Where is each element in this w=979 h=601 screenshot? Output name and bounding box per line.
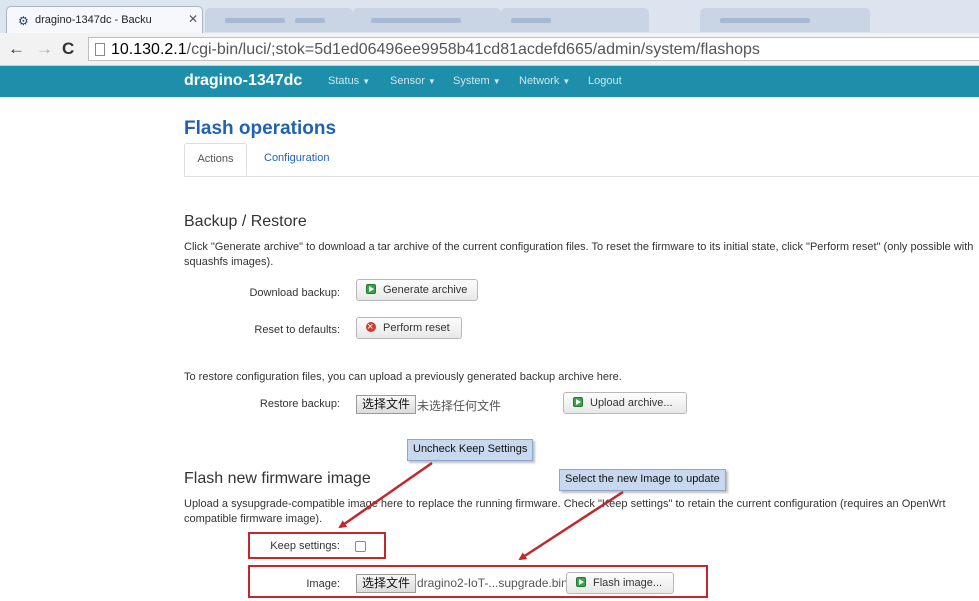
menu-logout[interactable]: Logout xyxy=(588,75,622,87)
play-icon xyxy=(366,284,376,294)
upload-archive-button[interactable]: Upload archive... xyxy=(563,392,687,414)
address-bar: ← → C 10.130.2.1/cgi-bin/luci/;stok=5d1e… xyxy=(0,33,979,66)
browser-tab-blurred[interactable] xyxy=(501,8,649,32)
browser-tab-blurred[interactable] xyxy=(205,8,353,32)
page-tabs: Actions Configuration xyxy=(184,143,979,177)
reload-icon[interactable]: C xyxy=(62,39,74,59)
menu-status[interactable]: Status ▼ xyxy=(328,75,370,87)
restore-choose-file-button[interactable]: 选择文件 xyxy=(356,395,417,414)
caret-down-icon: ▼ xyxy=(362,77,371,86)
flash-description: Upload a sysupgrade-compatible image her… xyxy=(184,498,946,525)
url-path: /cgi-bin/luci/;stok=5d1ed06496ee9958b41c… xyxy=(186,41,760,58)
browser-tab-blurred[interactable] xyxy=(353,8,501,32)
backup-heading: Backup / Restore xyxy=(184,213,307,230)
flash-heading: Flash new firmware image xyxy=(184,470,371,487)
reset-icon xyxy=(366,317,376,337)
select-image-callout: Select the new Image to update xyxy=(559,469,726,491)
menu-system[interactable]: System ▼ xyxy=(453,75,501,87)
browser-tab-title: dragino-1347dc - Backu xyxy=(35,14,152,26)
restore-backup-label: Restore backup: xyxy=(259,398,340,410)
perform-reset-button[interactable]: Perform reset xyxy=(356,317,462,339)
tab-configuration[interactable]: Configuration xyxy=(264,152,329,164)
browser-tab-active[interactable]: ⚙ dragino-1347dc - Backu ✕ xyxy=(6,6,203,33)
restore-description: To restore configuration files, you can … xyxy=(184,371,622,383)
caret-down-icon: ▼ xyxy=(562,77,571,86)
tab-actions[interactable]: Actions xyxy=(184,143,247,176)
url-host: 10.130.2.1 xyxy=(111,41,187,58)
menu-sensor[interactable]: Sensor ▼ xyxy=(390,75,436,87)
menu-network[interactable]: Network ▼ xyxy=(519,75,570,87)
download-backup-label: Download backup: xyxy=(249,287,340,299)
browser-tab-bar: ⚙ dragino-1347dc - Backu ✕ xyxy=(0,0,979,33)
backup-description: Click "Generate archive" to download a t… xyxy=(184,241,974,268)
uncheck-keep-settings-callout: Uncheck Keep Settings xyxy=(407,439,534,461)
generate-archive-button[interactable]: Generate archive xyxy=(356,279,478,301)
brand-name[interactable]: dragino-1347dc xyxy=(184,72,302,90)
play-icon xyxy=(573,397,583,407)
back-arrow-icon[interactable]: ← xyxy=(8,39,25,59)
keep-settings-highlight xyxy=(248,532,386,559)
restore-file-status: 未选择任何文件 xyxy=(417,399,502,413)
forward-arrow-icon[interactable]: → xyxy=(36,39,53,59)
image-row-highlight xyxy=(248,565,708,598)
reset-defaults-label: Reset to defaults: xyxy=(254,324,340,336)
openwrt-favicon-icon: ⚙ xyxy=(18,14,29,28)
close-tab-icon[interactable]: ✕ xyxy=(188,12,198,26)
caret-down-icon: ▼ xyxy=(492,77,501,86)
luci-header: dragino-1347dc Status ▼ Sensor ▼ System … xyxy=(0,66,979,97)
page-icon xyxy=(95,43,105,56)
page-title: Flash operations xyxy=(184,118,337,139)
url-input[interactable]: 10.130.2.1/cgi-bin/luci/;stok=5d1ed06496… xyxy=(88,37,979,61)
browser-tab-blurred[interactable] xyxy=(700,8,870,32)
caret-down-icon: ▼ xyxy=(427,77,436,86)
